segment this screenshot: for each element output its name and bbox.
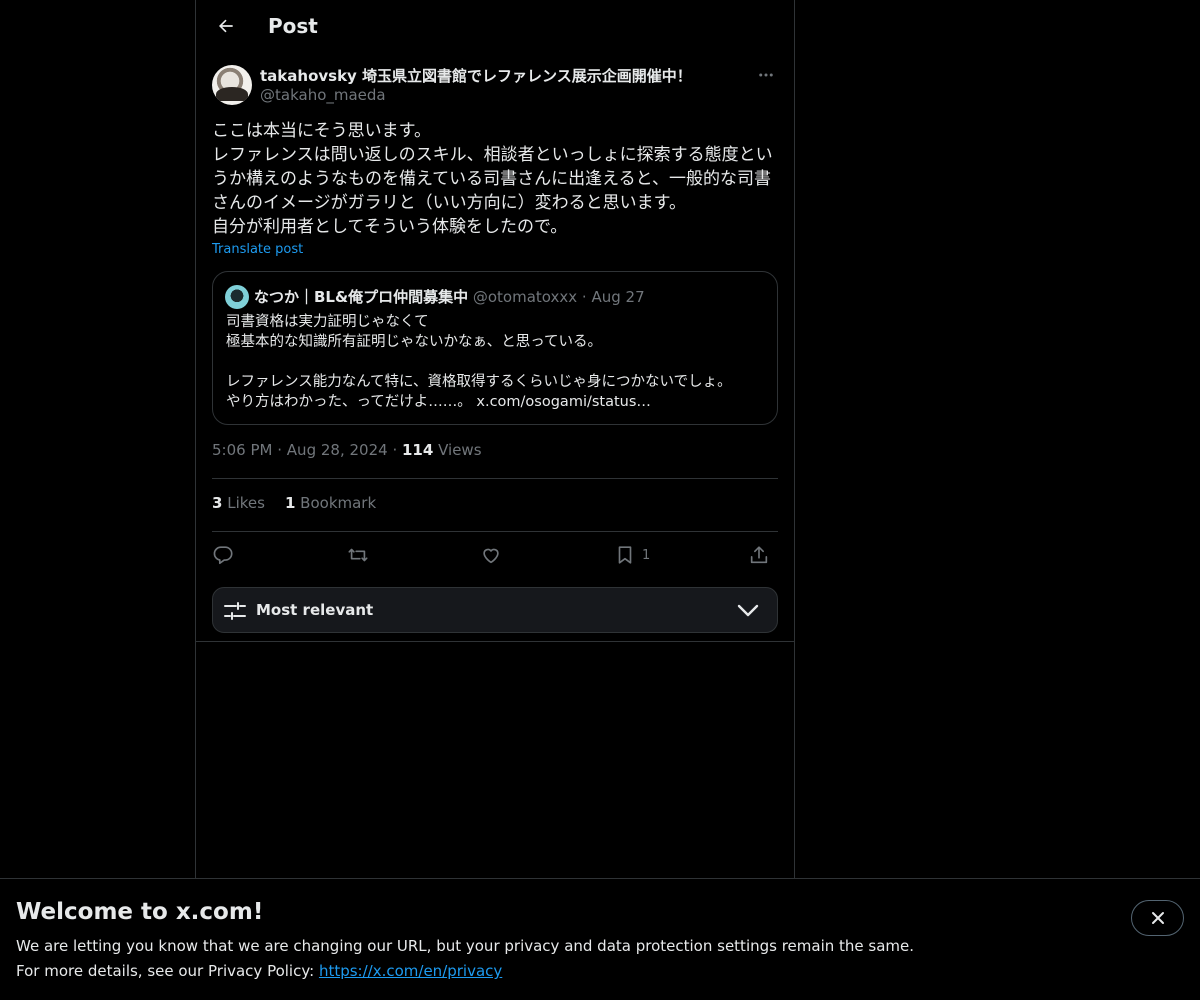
post-time[interactable]: 5:06 PM (212, 441, 272, 459)
post-text-line: ここは本当にそう思います。 (212, 121, 431, 141)
quote-author-name: なつか｜BL&俺プロ仲間募集中 (254, 288, 469, 306)
quote-header: なつか｜BL&俺プロ仲間募集中 @otomatoxxx · Aug 27 (254, 286, 645, 307)
back-button[interactable] (208, 8, 244, 44)
more-horizontal-icon (759, 73, 773, 77)
divider (196, 641, 794, 642)
post-text-line: さんのイメージがガラリと（いい方向に）変わると思います。 (212, 193, 686, 213)
bookmarks-count: 1 (284, 494, 296, 512)
reply-sort-dropdown[interactable]: Most relevant (212, 587, 778, 633)
post-author: takahovsky 埼玉県立図書館でレファレンス展示企画開催中！ @takah… (212, 65, 778, 107)
post-text-line: レファレンスは問い返しのスキル、相談者といっしょに探索する態度とい (212, 145, 773, 165)
views-count: 114 (402, 441, 434, 459)
meta-separator: · (392, 441, 398, 459)
sort-label: Most relevant (256, 601, 374, 619)
post-actions: 1 (212, 541, 778, 571)
share-icon (750, 546, 768, 564)
close-icon (1151, 912, 1164, 924)
page-title: Post (268, 14, 318, 38)
likes-count: 3 (212, 494, 223, 512)
likes-stat[interactable]: 3 Likes (212, 494, 265, 512)
quote-text: 司書資格は実力証明じゃなくて 極基本的な知識所有証明じゃないかなぁ、と思っている… (226, 312, 732, 412)
bookmark-button[interactable]: 1 (614, 541, 650, 569)
more-options-button[interactable] (754, 65, 778, 85)
quote-text-line: レファレンス能力なんて特に、資格取得するくらいじゃ身につかないでしょ。 (226, 374, 732, 390)
post-text: ここは本当にそう思います。 レファレンスは問い返しのスキル、相談者といっしょに探… (212, 119, 778, 239)
bookmark-icon (618, 546, 632, 564)
quote-date: Aug 27 (591, 288, 645, 306)
reply-button[interactable] (212, 541, 234, 569)
quote-text-line: 司書資格は実力証明じゃなくて (226, 314, 429, 330)
sliders-icon (224, 602, 246, 620)
engagement-stats: 3 Likes 1 Bookmark (212, 494, 376, 512)
post-text-line: うか構えのようなものを備えている司書さんに出逢えると、一般的な司書 (212, 169, 771, 189)
heart-icon (483, 548, 499, 564)
quote-text-line (226, 352, 732, 372)
meta-separator: · (277, 441, 283, 459)
share-button[interactable] (748, 541, 770, 569)
banner-privacy-prefix: For more details, see our Privacy Policy… (16, 962, 319, 980)
banner-message: We are letting you know that we are chan… (16, 937, 915, 955)
like-button[interactable] (480, 541, 502, 569)
banner-close-button[interactable] (1131, 900, 1184, 936)
banner-title: Welcome to x.com! (16, 899, 264, 925)
quote-avatar (225, 285, 249, 309)
author-handle[interactable]: @takaho_maeda (260, 86, 386, 104)
privacy-policy-link[interactable]: https://x.com/en/privacy (319, 962, 502, 980)
primary-column: Post takahovsky 埼玉県立図書館でレファレンス展示企画開催中！ @… (195, 0, 795, 878)
page-header: Post (196, 0, 794, 53)
repost-button[interactable] (346, 541, 370, 569)
banner-privacy-line: For more details, see our Privacy Policy… (16, 962, 502, 980)
chevron-down-icon (737, 604, 759, 617)
translate-post-link[interactable]: Translate post (212, 242, 303, 257)
post-date[interactable]: Aug 28, 2024 (287, 441, 388, 459)
repost-icon (348, 548, 368, 562)
arrow-left-icon (219, 19, 233, 33)
post-text-line: 自分が利用者としてそういう体験をしたので。 (212, 217, 568, 237)
quote-author-handle: @otomatoxxx (472, 288, 578, 306)
views-label: Views (438, 441, 482, 459)
author-name[interactable]: takahovsky 埼玉県立図書館でレファレンス展示企画開催中！ (260, 65, 692, 86)
likes-label: Likes (227, 494, 265, 512)
quote-text-line: やり方はわかった、ってだけよ……。 x.com/osogami/status… (226, 394, 651, 410)
quote-separator: · (581, 288, 587, 306)
bookmarks-label: Bookmark (300, 494, 377, 512)
avatar[interactable] (212, 65, 252, 105)
quoted-post[interactable]: なつか｜BL&俺プロ仲間募集中 @otomatoxxx · Aug 27 司書資… (212, 271, 778, 425)
divider (212, 478, 778, 479)
bookmark-action-count: 1 (642, 547, 651, 563)
url-change-banner: Welcome to x.com! We are letting you kno… (0, 878, 1200, 1000)
quote-text-line: 極基本的な知識所有証明じゃないかなぁ、と思っている。 (226, 334, 602, 350)
divider (212, 531, 778, 532)
bookmarks-stat[interactable]: 1 Bookmark (285, 494, 376, 512)
reply-icon (213, 546, 233, 565)
post-metadata: 5:06 PM · Aug 28, 2024 · 114 Views (212, 441, 482, 459)
